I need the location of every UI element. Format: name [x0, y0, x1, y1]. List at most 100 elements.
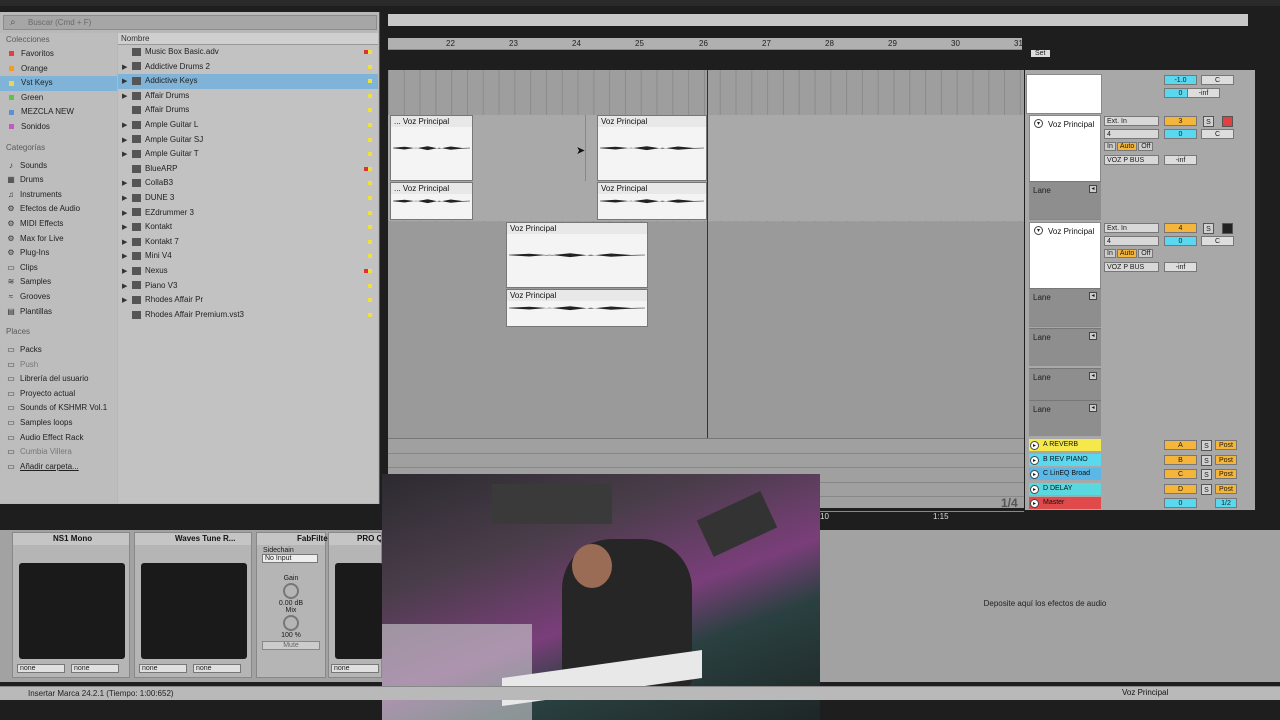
- file-item[interactable]: ▶ Addictive Drums 2: [118, 60, 378, 75]
- lane-toggle-icon[interactable]: ◂: [1089, 185, 1097, 193]
- input-type-select[interactable]: Ext. In: [1104, 223, 1159, 233]
- return-fold-icon[interactable]: ▸: [1030, 441, 1039, 450]
- track-pan[interactable]: C: [1201, 236, 1234, 246]
- mix-knob[interactable]: [283, 615, 299, 631]
- category-item[interactable]: ♪ Sounds: [0, 159, 117, 174]
- device-ns1-mono[interactable]: NS1 Mono none none: [12, 532, 130, 678]
- monitor-auto[interactable]: Auto: [1116, 142, 1138, 151]
- audio-clip[interactable]: Voz Principal: [597, 115, 707, 181]
- return-number[interactable]: A: [1164, 440, 1197, 450]
- expand-arrow-icon[interactable]: ▶: [122, 134, 130, 148]
- record-arm-button[interactable]: [1222, 116, 1233, 127]
- monitor-group[interactable]: In Auto Off: [1104, 249, 1154, 258]
- file-item[interactable]: ▶ Kontakt 7: [118, 235, 378, 250]
- collection-item[interactable]: Green: [0, 91, 117, 106]
- place-item[interactable]: ▭ Push: [0, 358, 117, 373]
- expand-arrow-icon[interactable]: ▶: [122, 90, 130, 104]
- post-button[interactable]: Post: [1215, 440, 1237, 450]
- solo-button[interactable]: S: [1201, 440, 1212, 451]
- return-number[interactable]: C: [1164, 469, 1197, 479]
- expand-arrow-icon[interactable]: ▶: [122, 177, 130, 191]
- output-select[interactable]: VOZ P BUS: [1104, 262, 1159, 272]
- file-item[interactable]: Affair Drums: [118, 103, 378, 118]
- audio-clip[interactable]: ... Voz Principal: [390, 115, 473, 181]
- file-item[interactable]: ▶ CollaB3: [118, 176, 378, 191]
- return-fold-icon[interactable]: ▸: [1030, 455, 1039, 465]
- mute-button[interactable]: Mute: [262, 641, 320, 650]
- post-button[interactable]: Post: [1215, 469, 1237, 479]
- device-select[interactable]: none: [17, 664, 65, 673]
- master-pan[interactable]: C: [1201, 75, 1234, 85]
- return-fold-icon[interactable]: ▸: [1030, 484, 1039, 494]
- category-item[interactable]: ⚙ Max for Live: [0, 232, 117, 247]
- input-channel-select[interactable]: 4: [1104, 129, 1159, 139]
- track-volume[interactable]: 0: [1164, 236, 1197, 246]
- file-item[interactable]: ▶ Ample Guitar SJ: [118, 133, 378, 148]
- output-select[interactable]: VOZ P BUS: [1104, 155, 1159, 165]
- audio-clip[interactable]: Voz Principal: [506, 222, 648, 288]
- category-item[interactable]: ⚙ MIDI Effects: [0, 217, 117, 232]
- category-item[interactable]: ≈ Grooves: [0, 290, 117, 305]
- track-number[interactable]: 3: [1164, 116, 1197, 126]
- file-item[interactable]: ▶ DUNE 3: [118, 191, 378, 206]
- device-select[interactable]: none: [139, 664, 187, 673]
- file-item[interactable]: Music Box Basic.adv: [118, 45, 378, 60]
- category-item[interactable]: ≋ Samples: [0, 275, 117, 290]
- category-item[interactable]: ▭ Clips: [0, 261, 117, 276]
- return-track-4[interactable]: D DELAY: [1029, 482, 1101, 495]
- file-item[interactable]: Rhodes Affair Premium.vst3: [118, 308, 378, 323]
- audio-clip[interactable]: ... Voz Principal: [390, 182, 473, 220]
- return-track-2[interactable]: B REV PIANO: [1029, 453, 1101, 466]
- track-pan[interactable]: C: [1201, 129, 1234, 139]
- record-arm-button[interactable]: [1222, 223, 1233, 234]
- lane-row[interactable]: Lane ◂: [1029, 400, 1101, 436]
- monitor-in[interactable]: In: [1104, 249, 1116, 258]
- expand-arrow-icon[interactable]: ▶: [122, 119, 130, 133]
- return-fold-icon[interactable]: ▸: [1030, 499, 1039, 508]
- track-lane-2[interactable]: [388, 222, 1024, 438]
- lane-row[interactable]: Lane ◂: [1029, 328, 1101, 366]
- place-item[interactable]: ▭ Librería del usuario: [0, 372, 117, 387]
- file-item[interactable]: ▶ Nexus: [118, 264, 378, 279]
- place-item[interactable]: ▭ Samples loops: [0, 416, 117, 431]
- post-button[interactable]: Post: [1215, 454, 1237, 465]
- monitor-in[interactable]: In: [1104, 142, 1116, 151]
- audio-clip[interactable]: Voz Principal: [506, 289, 648, 327]
- return-number[interactable]: 0: [1164, 498, 1197, 508]
- monitor-off[interactable]: Off: [1138, 249, 1154, 258]
- lane-row[interactable]: Lane ◂: [1029, 181, 1101, 219]
- input-type-select[interactable]: Ext. In: [1104, 116, 1159, 126]
- collection-item[interactable]: Favoritos: [0, 47, 117, 62]
- device-waves-tune[interactable]: Waves Tune R... none none: [134, 532, 252, 678]
- category-item[interactable]: ▤ Plantillas: [0, 305, 117, 320]
- monitor-group[interactable]: In Auto Off: [1104, 142, 1154, 151]
- solo-button[interactable]: S: [1203, 223, 1214, 234]
- audio-clip[interactable]: Voz Principal: [597, 182, 707, 220]
- fold-icon[interactable]: ▾: [1034, 226, 1043, 235]
- return-track-5[interactable]: Master: [1029, 497, 1101, 509]
- category-item[interactable]: ⚙ Plug-Ins: [0, 246, 117, 261]
- lane-toggle-icon[interactable]: ◂: [1089, 292, 1097, 300]
- device-fabfilter[interactable]: FabFilter Pro-Q 3 Sidechain No Input Gai…: [256, 532, 362, 678]
- set-button[interactable]: Set: [1031, 50, 1050, 57]
- track-volume[interactable]: 0: [1164, 129, 1197, 139]
- sidechain-select[interactable]: No Input: [262, 554, 318, 563]
- category-item[interactable]: ▦ Drums: [0, 173, 117, 188]
- file-item[interactable]: BlueARP: [118, 162, 378, 177]
- lane-toggle-icon[interactable]: ◂: [1089, 332, 1097, 340]
- lane-toggle-icon[interactable]: ◂: [1089, 372, 1097, 380]
- return-fold-icon[interactable]: ▸: [1030, 470, 1039, 479]
- track-number[interactable]: 4: [1164, 223, 1197, 233]
- expand-arrow-icon[interactable]: ▶: [122, 221, 130, 235]
- file-item[interactable]: ▶ Piano V3: [118, 279, 378, 294]
- collection-item[interactable]: Sonidos: [0, 120, 117, 135]
- return-number[interactable]: B: [1164, 454, 1197, 465]
- device-select[interactable]: none: [71, 664, 119, 673]
- lane-row[interactable]: Lane ◂: [1029, 288, 1101, 326]
- device-select[interactable]: none: [331, 664, 379, 673]
- expand-arrow-icon[interactable]: ▶: [122, 75, 130, 89]
- return-number[interactable]: D: [1164, 483, 1197, 494]
- lane-toggle-icon[interactable]: ◂: [1089, 404, 1097, 412]
- device-select[interactable]: none: [193, 664, 241, 673]
- search-input[interactable]: ⌕ Buscar (Cmd + F): [3, 15, 377, 30]
